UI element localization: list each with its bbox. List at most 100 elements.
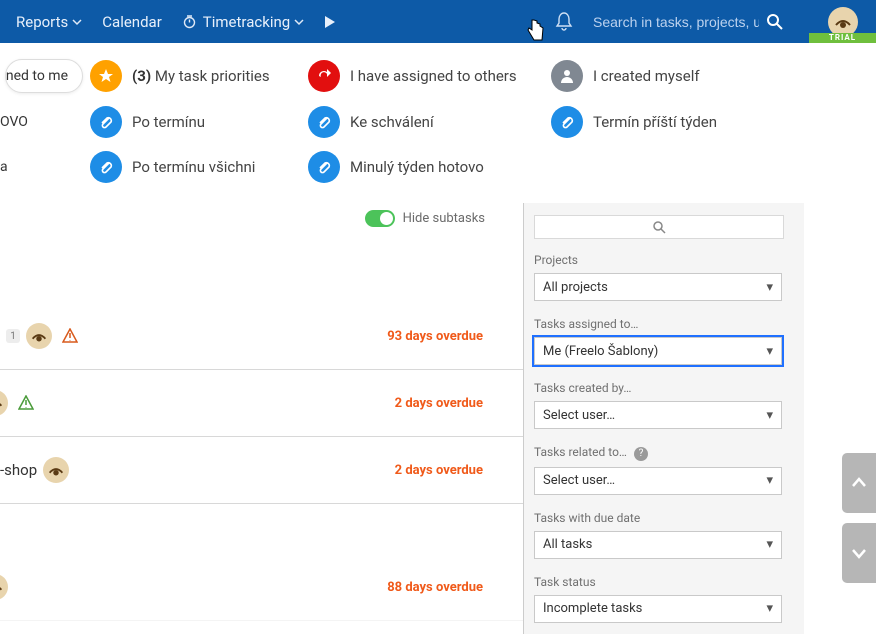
nav-calendar[interactable]: Calendar [92,0,172,43]
assignee-avatar[interactable] [26,323,52,349]
overdue-label: 2 days overdue [395,396,483,411]
task-row[interactable]: -shop 2 days overdue [0,437,523,504]
avatar-illustration-icon [0,577,5,597]
task-row[interactable]: 2 days overdue [0,370,523,437]
filter-label: (3) My task priorities [132,67,270,85]
created-label: Tasks created by… [534,381,804,395]
search-input[interactable] [591,13,761,31]
nav-calendar-label: Calendar [102,13,162,31]
search-button[interactable] [761,13,789,31]
filter-po-terminu[interactable]: Po termínu [90,105,205,138]
overdue-label: 2 days overdue [395,463,483,478]
select-value: Select user… [543,473,615,488]
attachment-icon [308,106,340,138]
chevron-down-icon [850,544,868,562]
chevron-down-icon: ▾ [766,280,773,295]
sidebar-search[interactable] [534,215,784,239]
attachment-icon [90,151,122,183]
bell-icon [555,12,573,32]
avatar-illustration-icon [832,11,854,33]
hide-subtasks-toggle[interactable] [365,210,395,227]
chevron-down-icon [294,17,304,27]
stopwatch-icon [182,14,197,29]
nav-timetracking[interactable]: Timetracking [172,0,314,43]
nav-timetracking-label: Timetracking [203,13,290,31]
search-icon [652,220,666,234]
avatar-illustration-icon [0,393,5,413]
filter-label: Po termínu všichni [132,158,255,176]
select-value: Select user… [543,408,615,423]
select-value: All tasks [543,537,592,552]
warning-icon [62,328,78,344]
filter-label: Po termínu [132,113,205,131]
task-row[interactable]: 88 days overdue [0,554,523,621]
select-value: All projects [543,280,608,295]
avatar-illustration-icon [29,326,49,346]
star-icon [90,60,122,92]
assignee-avatar[interactable] [0,390,8,416]
notifications-bell[interactable] [547,0,581,43]
chevron-down-icon: ▾ [766,408,773,423]
task-row[interactable]: 1 93 days overdue [0,303,523,370]
attachment-icon [308,151,340,183]
overdue-label: 88 days overdue [387,580,483,595]
nav-play[interactable] [314,0,346,43]
help-icon[interactable]: ? [634,447,648,461]
chevron-up-icon [850,474,868,492]
hide-subtasks-label: Hide subtasks [403,211,485,226]
filter-assigned-to-me-label: ned to me [6,68,68,84]
filter-label: Ke schválení [350,113,434,131]
filter-termin-pristi-tyden[interactable]: Termín příští týden [551,105,717,138]
assigned-select[interactable]: Me (Freelo Šablony) ▾ [534,337,782,365]
filter-my-priorities[interactable]: (3) My task priorities [90,60,270,93]
filter-label: I have assigned to others [350,67,517,85]
search-icon [766,13,784,31]
status-select[interactable]: Incomplete tasks ▾ [534,595,782,623]
status-label: Task status [534,575,804,589]
assignee-avatar[interactable] [43,457,69,483]
filter-label: Minulý týden hotovo [350,158,484,176]
user-avatar [828,7,858,37]
person-icon [551,60,583,92]
chevron-down-icon: ▾ [766,537,773,552]
filter-fragment[interactable]: a [0,159,8,175]
due-label: Tasks with due date [534,511,804,525]
assigned-label: Tasks assigned to… [534,317,804,331]
chevron-down-icon: ▾ [766,473,773,488]
filter-po-terminu-vsichni[interactable]: Po termínu všichni [90,150,255,183]
global-search[interactable] [581,0,809,43]
filter-minuly-tyden-hotovo[interactable]: Minulý týden hotovo [308,150,484,183]
nav-reports-label: Reports [16,13,68,31]
trial-badge: TRIAL [809,33,876,43]
task-title-fragment: -shop [0,461,37,479]
filter-assigned-to-others[interactable]: I have assigned to others [308,60,517,93]
filter-created-myself[interactable]: I created myself [551,60,700,93]
scroll-up-button[interactable] [842,453,876,513]
scroll-down-button[interactable] [842,523,876,583]
overdue-label: 93 days overdue [387,329,483,344]
play-icon [324,15,336,29]
chevron-down-icon [72,17,82,27]
nav-reports[interactable]: Reports [6,0,92,43]
related-label: Tasks related to… ? [534,445,804,461]
user-menu[interactable]: TRIAL [809,0,876,43]
filter-label: I created myself [593,67,700,85]
due-select[interactable]: All tasks ▾ [534,531,782,559]
share-icon [308,60,340,92]
attachment-icon [90,106,122,138]
filter-fragment[interactable]: OVO [0,114,28,130]
projects-select[interactable]: All projects ▾ [534,273,782,301]
select-value: Me (Freelo Šablony) [543,344,658,359]
warning-icon [18,395,34,411]
filter-label: Termín příští týden [593,113,717,131]
chevron-down-icon: ▾ [766,344,773,359]
attachment-icon [551,106,583,138]
assignee-avatar[interactable] [0,574,8,600]
created-select[interactable]: Select user… ▾ [534,401,782,429]
filter-ke-schvaleni[interactable]: Ke schválení [308,105,434,138]
filter-assigned-to-me[interactable]: ned to me [5,59,83,93]
chevron-down-icon: ▾ [766,601,773,616]
related-select[interactable]: Select user… ▾ [534,467,782,495]
select-value: Incomplete tasks [543,601,642,616]
projects-label: Projects [534,253,804,267]
